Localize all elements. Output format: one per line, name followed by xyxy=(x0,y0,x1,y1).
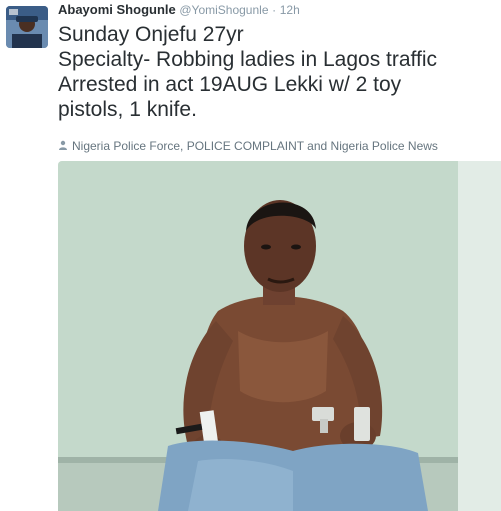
tagged-people-text[interactable]: Nigeria Police Force, POLICE COMPLAINT a… xyxy=(72,139,438,153)
tweet-text-line: Specialty- Robbing ladies in Lagos traff… xyxy=(58,48,437,71)
author-avatar[interactable] xyxy=(6,6,48,48)
tweet-text-line: Arrested in act 19AUG Lekki w/ 2 toy xyxy=(58,73,402,96)
author-name[interactable]: Abayomi Shogunle xyxy=(58,2,176,17)
tweet-photo[interactable] xyxy=(58,161,501,511)
separator-dot: · xyxy=(272,3,277,17)
tweet-timestamp[interactable]: 12h xyxy=(280,3,300,17)
author-handle[interactable]: @YomiShogunle xyxy=(179,3,268,17)
tweet-text-line: pistols, 1 knife. xyxy=(58,98,197,121)
photo-tags[interactable]: Nigeria Police Force, POLICE COMPLAINT a… xyxy=(58,139,438,153)
tweet-header: Abayomi Shogunle @YomiShogunle · 12h xyxy=(58,1,300,19)
tweet-text-line: Sunday Onjefu 27yr xyxy=(58,23,244,46)
tweet-text: Sunday Onjefu 27yr Specialty- Robbing la… xyxy=(58,22,498,122)
person-icon xyxy=(58,139,68,153)
